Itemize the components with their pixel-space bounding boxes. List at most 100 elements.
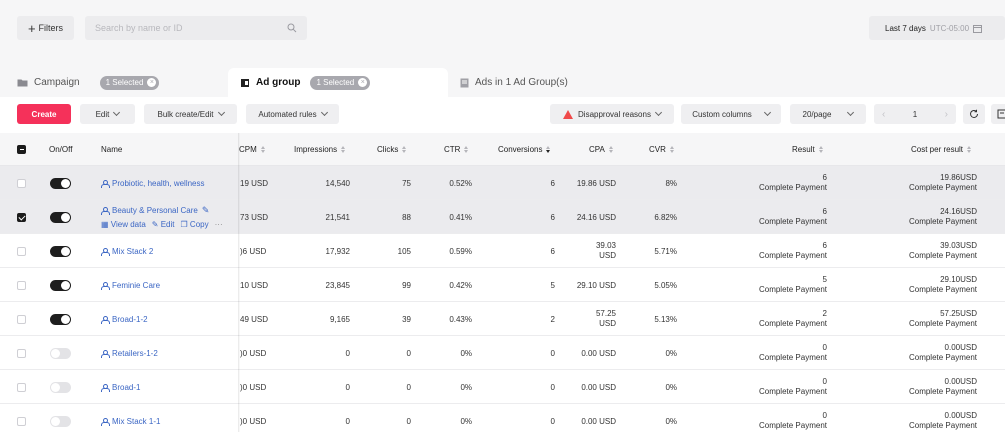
cvr-cell: 8% — [665, 178, 677, 188]
clear-campaign-selection-icon[interactable]: × — [147, 78, 157, 87]
col-ctr[interactable]: CTR — [444, 133, 469, 166]
table-row[interactable]: Probiotic, health, wellness 19 USD 14,540 7… — [0, 166, 1005, 200]
cpm-cell: 19 USD — [240, 178, 269, 188]
table-row[interactable]: Mix Stack 2)6 USD 17,932 105 0.59% 6 39.03 USD… — [0, 234, 1005, 268]
ad-group-name-link[interactable]: Mix Stack 2 — [101, 247, 153, 256]
cvr-cell: 5.05% — [654, 280, 677, 290]
date-range-picker[interactable]: Last 7 days UTC-05:00 — [869, 16, 1005, 40]
cpm-cell: 49 USD — [240, 314, 269, 324]
bulk-create-edit-dropdown[interactable]: Bulk create/Edit — [144, 104, 237, 124]
sort-icon — [608, 146, 613, 153]
row-checkbox[interactable] — [17, 200, 26, 234]
status-toggle[interactable] — [50, 404, 71, 432]
row-checkbox[interactable] — [17, 404, 26, 432]
ad-group-name-link[interactable]: Probiotic, health, wellness — [101, 179, 205, 188]
automated-rules-dropdown[interactable]: Automated rules — [246, 104, 339, 124]
select-all-checkbox[interactable] — [17, 133, 26, 166]
col-cvr[interactable]: CVR — [649, 133, 674, 166]
name-cell: Feminie Care — [101, 268, 238, 302]
campaign-selected-badge: 1 Selected × — [99, 75, 160, 90]
tab-ads[interactable]: Ads in 1 Ad Group(s) — [460, 68, 568, 97]
clicks-cell: 105 — [397, 246, 411, 256]
table-row[interactable]: Beauty & Personal Care ✎ ▦ View data ✎ Edit… — [0, 200, 1005, 234]
result-value: 0 — [822, 343, 827, 352]
status-toggle[interactable] — [50, 370, 71, 404]
current-page[interactable]: 1 — [913, 110, 917, 119]
view-data-link[interactable]: ▦ View data — [101, 220, 146, 229]
status-toggle[interactable] — [50, 336, 71, 370]
edit-name-icon[interactable]: ✎ — [202, 205, 210, 216]
row-checkbox[interactable] — [17, 370, 26, 404]
status-toggle[interactable] — [50, 234, 71, 268]
edit-link[interactable]: ✎ Edit — [152, 220, 175, 229]
status-toggle[interactable] — [50, 166, 71, 200]
cpa-cell: 0.00 USD — [581, 382, 616, 392]
cost-per-result-cell: 29.10USD Complete Payment — [870, 268, 977, 302]
more-icon[interactable]: ··· — [215, 220, 223, 229]
result-type: Complete Payment — [758, 353, 827, 362]
cpa-cell: 57.25 USD — [560, 302, 616, 336]
conversions-cell: 5 — [550, 280, 555, 290]
toggle-switch-icon — [50, 211, 71, 223]
page-size-select[interactable]: 20/page — [790, 104, 866, 124]
cost-per-result-value: 0.00USD — [944, 343, 977, 352]
prev-page-icon[interactable]: ‹ — [882, 109, 885, 120]
table-header: On/Off Name CPM Impressions Clicks CTR C… — [0, 133, 1005, 166]
clear-ad-group-selection-icon[interactable]: × — [358, 78, 368, 87]
col-clicks[interactable]: Clicks — [377, 133, 407, 166]
create-button[interactable]: Create — [17, 104, 71, 124]
table-row[interactable]: Feminie Care 10 USD 23,845 99 0.42% 5 29.10 US… — [0, 268, 1005, 302]
row-checkbox[interactable] — [17, 166, 26, 200]
impressions-cell: 14,540 — [325, 178, 350, 188]
tab-campaign[interactable]: Campaign 1 Selected × — [17, 68, 160, 97]
table-row[interactable]: Retailers-1-2)0 USD 0 0 0% 0 0.00 USD 0% 0 Compl… — [0, 336, 1005, 370]
status-toggle[interactable] — [50, 200, 71, 234]
col-cpm[interactable]: CPM — [239, 133, 265, 166]
conversions-cell: 0 — [550, 382, 555, 392]
ad-group-name-link[interactable]: Mix Stack 1-1 — [101, 417, 160, 426]
custom-columns-dropdown[interactable]: Custom columns — [681, 104, 781, 124]
ad-group-name-link[interactable]: Feminie Care — [101, 281, 160, 290]
col-conversions[interactable]: Conversions — [498, 133, 551, 166]
table-row[interactable]: Broad-1-2 49 USD 9,165 39 0.43% 2 57.25 USD 5.13… — [0, 302, 1005, 336]
filters-button[interactable]: + Filters — [17, 16, 74, 40]
row-checkbox[interactable] — [17, 302, 26, 336]
checkbox-icon — [17, 314, 26, 324]
next-page-icon[interactable]: › — [945, 109, 948, 120]
table-row[interactable]: Broad-1)0 USD 0 0 0% 0 0.00 USD 0% 0 Complete Pa… — [0, 370, 1005, 404]
ad-group-name-link[interactable]: Broad-1 — [101, 383, 140, 392]
col-result[interactable]: Result — [792, 133, 823, 166]
disapproval-reasons-dropdown[interactable]: Disapproval reasons — [550, 104, 674, 124]
edit-dropdown[interactable]: Edit — [80, 104, 135, 124]
col-cpa[interactable]: CPA — [589, 133, 613, 166]
tab-ad-group[interactable]: Ad group 1 Selected × — [228, 68, 448, 97]
ad-group-icon — [101, 315, 110, 324]
table-row[interactable]: Mix Stack 1-1)0 USD 0 0 0% 0 0.00 USD 0% 0 Compl… — [0, 404, 1005, 432]
status-toggle[interactable] — [50, 268, 71, 302]
cpa-unit: USD — [599, 319, 616, 328]
ad-group-name-link[interactable]: Beauty & Personal Care ✎ — [101, 205, 223, 216]
cpm-cell: 73 USD — [240, 212, 269, 222]
ad-group-name-link[interactable]: Retailers-1-2 — [101, 349, 158, 358]
row-checkbox[interactable] — [17, 336, 26, 370]
disapproval-label: Disapproval reasons — [578, 109, 651, 119]
export-icon — [997, 109, 1005, 119]
custom-columns-label: Custom columns — [692, 109, 752, 119]
copy-link[interactable]: ❐ Copy — [181, 220, 209, 229]
export-button[interactable] — [991, 104, 1005, 124]
ad-group-name: Broad-1-2 — [112, 314, 148, 324]
toggle-switch-icon — [50, 245, 71, 257]
toggle-switch-icon — [50, 177, 71, 189]
col-impressions[interactable]: Impressions — [294, 133, 346, 166]
row-checkbox[interactable] — [17, 268, 26, 302]
ad-group-name-link[interactable]: Broad-1-2 — [101, 315, 148, 324]
result-type: Complete Payment — [758, 387, 827, 396]
search-input[interactable] — [95, 23, 287, 33]
row-checkbox[interactable] — [17, 234, 26, 268]
ad-group-icon — [101, 417, 110, 426]
status-toggle[interactable] — [50, 302, 71, 336]
col-cost-per-result[interactable]: Cost per result — [911, 133, 972, 166]
ad-group-name: Retailers-1-2 — [112, 348, 158, 358]
refresh-button[interactable] — [963, 104, 985, 124]
search-box[interactable] — [85, 16, 307, 40]
